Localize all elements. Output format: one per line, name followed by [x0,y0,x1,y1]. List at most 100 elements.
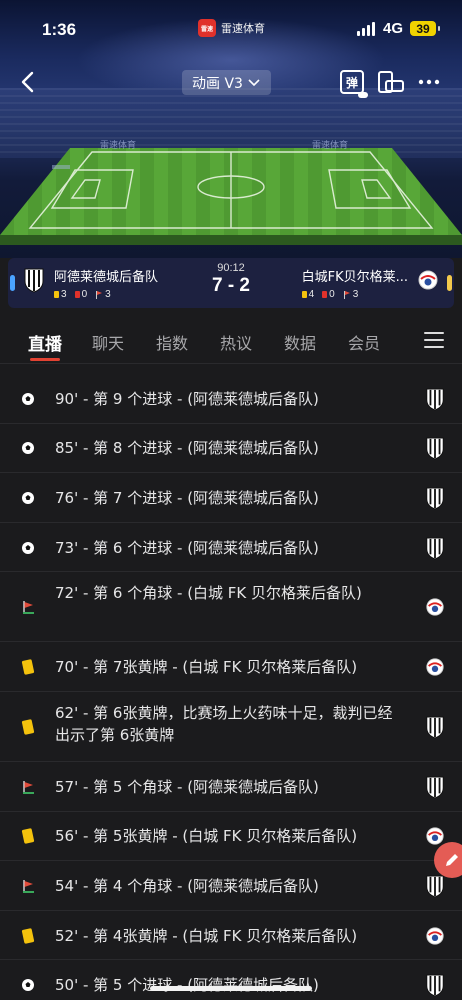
app-logo-icon: 雷速 [198,19,216,37]
chevron-down-icon [248,78,260,86]
football-pitch [0,148,462,245]
home-team-stats: 3 0 3 [54,289,158,300]
event-row: 56' - 第 5张黄牌 - (白城 FK 贝尔格莱后备队) [0,812,462,862]
event-text: 85' - 第 8 个进球 - (阿德莱德城后备队) [55,439,319,458]
status-time: 1:36 [42,20,77,39]
top-nav: 动画 V3 弹 [0,62,462,102]
screen-rotate-button[interactable] [377,70,405,94]
yellow-card-icon [20,719,36,735]
yellow-card-icon [54,291,59,298]
corner-flag-icon [343,290,351,299]
event-text: 52' - 第 4张黄牌 - (白城 FK 贝尔格莱后备队) [55,926,358,945]
home-corner-count: 3 [105,289,111,300]
away-team-stats: 4 0 3 [301,289,408,300]
red-card-icon [322,291,328,298]
goal-ball-icon [20,977,36,993]
away-red-count: 0 [329,289,335,300]
danmu-toggle[interactable]: 弹 [340,70,368,98]
event-row: 57' - 第 5 个角球 - (阿德莱德城后备队) [0,762,462,812]
goal-ball-icon [20,490,36,506]
event-text: 56' - 第 5张黄牌 - (白城 FK 贝尔格莱后备队) [55,827,358,846]
event-text: 57' - 第 5 个角球 - (阿德莱德城后备队) [55,777,319,796]
match-minute: 90:12 [217,262,245,274]
more-dots-icon [418,79,440,85]
yellow-card-icon [301,291,307,298]
home-team-crest-icon [424,874,446,898]
event-row: 73' - 第 6 个进球 - (阿德莱德城后备队) [0,523,462,573]
battery-icon: 39 [410,21,440,36]
event-row: 50' - 第 5 个进球 - (阿德莱德城后备队) [0,960,462,1000]
live-event-list: 90' - 第 9 个进球 - (阿德莱德城后备队) 85' - 第 8 个进球 … [0,374,462,1000]
tab-menu-button[interactable] [424,332,444,348]
away-yellow-count: 4 [308,289,315,300]
active-tab-indicator [30,358,60,361]
away-team[interactable]: 白城FK贝尔格莱... 4 0 3 [301,266,440,300]
away-team-crest-icon [424,655,446,679]
edit-icon [446,854,458,866]
more-button[interactable] [417,72,441,92]
event-row: 62' - 第 6张黄牌，比赛场上火药味十足，裁判已经出示了第 6张黄牌 [0,692,462,762]
event-row: 52' - 第 4张黄牌 - (白城 FK 贝尔格莱后备队) [0,911,462,961]
event-text: 73' - 第 6 个进球 - (阿德莱德城后备队) [55,538,319,557]
status-bar: 1:36 雷速 雷速体育 4G 39 [0,0,462,58]
corner-flag-icon [20,779,36,795]
float-compose-button[interactable] [434,842,462,878]
tab-data[interactable]: 数据 [284,330,316,354]
home-team-crest-icon [424,486,446,510]
match-score: 7 - 2 [211,275,251,296]
home-team-name: 阿德莱德城后备队 [54,270,159,285]
away-team-crest-icon [424,924,446,948]
home-team-crest-icon [424,973,446,997]
network-type: 4G [383,20,404,37]
corner-flag-icon [95,290,103,299]
event-text: 70' - 第 7张黄牌 - (白城 FK 贝尔格莱后备队) [55,658,358,677]
home-team-crest-icon [424,536,446,560]
away-corner-count: 3 [352,289,359,300]
danmu-label: 弹 [345,75,358,90]
chevron-left-icon [21,71,34,93]
goal-ball-icon [20,540,36,556]
screen-rotate-icon [378,71,404,93]
app-brand: 雷速 雷速体育 [198,19,265,37]
event-row: 90' - 第 9 个进球 - (阿德莱德城后备队) [0,374,462,424]
tab-odds[interactable]: 指数 [156,330,188,354]
corner-flag-icon [20,599,36,615]
home-team-crest-icon [22,266,46,294]
event-text: 54' - 第 4 个角球 - (阿德莱德城后备队) [55,876,319,895]
home-team-crest-icon [424,715,446,739]
match-score-bar: 阿德莱德城后备队 3 0 3 90:12 7 - 2 白城FK贝尔格莱... 4… [8,258,454,308]
stadium-ad-board-left: 雷速体育 [100,141,137,151]
match-center: 90:12 7 - 2 [201,262,261,297]
yellow-card-icon [20,828,36,844]
event-text: 90' - 第 9 个进球 - (阿德莱德城后备队) [55,389,319,408]
stadium-ad-board-right: 雷速体育 [312,141,349,151]
home-red-count: 0 [81,289,88,300]
event-row: 70' - 第 7张黄牌 - (白城 FK 贝尔格莱后备队) [0,642,462,692]
red-card-icon [74,291,80,298]
tab-chat[interactable]: 聊天 [92,330,124,354]
home-team-crest-icon [424,387,446,411]
yellow-card-icon [20,927,36,944]
away-accent-tick [447,275,452,291]
corner-flag-icon [20,878,36,894]
back-button[interactable] [18,68,40,96]
event-row: 76' - 第 7 个进球 - (阿德莱德城后备队) [0,473,462,523]
home-team-crest-icon [424,436,446,460]
home-team[interactable]: 阿德莱德城后备队 3 0 3 [22,266,158,300]
home-accent-tick [10,275,15,291]
tab-discussion[interactable]: 热议 [220,330,252,354]
home-team-crest-icon [424,775,446,799]
event-row: 72' - 第 6 个角球 - (白城 FK 贝尔格莱后备队) [0,572,462,643]
away-team-crest-icon [416,266,440,294]
tab-live[interactable]: 直播 [28,330,62,355]
goal-ball-icon [20,440,36,456]
event-text: 62' - 第 6张黄牌，比赛场上火药味十足，裁判已经出示了第 6张黄牌 [55,703,393,744]
animation-version-label: 动画 V3 [192,75,243,92]
animation-version-selector[interactable]: 动画 V3 [182,70,271,95]
event-row: 54' - 第 4 个角球 - (阿德莱德城后备队) [0,861,462,911]
away-team-crest-icon [424,595,446,619]
content-tabs: 直播 聊天 指数 热议 数据 会员 [0,318,462,364]
event-text: 76' - 第 7 个进球 - (阿德莱德城后备队) [55,488,319,507]
yellow-card-icon [20,659,36,675]
tab-member[interactable]: 会员 [348,330,380,354]
